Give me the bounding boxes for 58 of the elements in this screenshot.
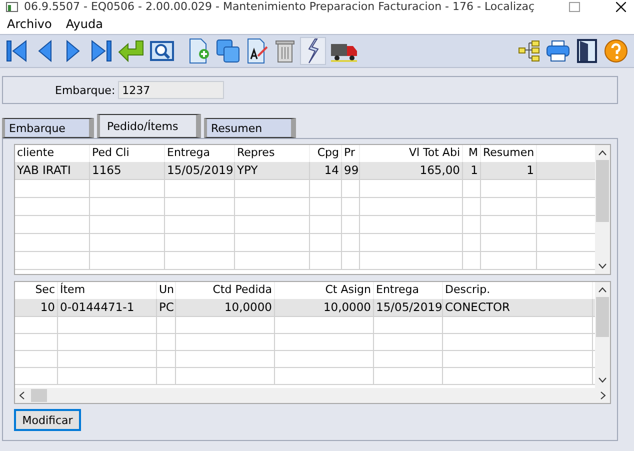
table-cell: 10,0000 — [176, 299, 275, 316]
scroll-up-icon[interactable] — [598, 287, 607, 293]
table-row[interactable]: 10 0-0144471-1 PC 10,0000 10,0000 15/05/2019 CONECTOR — [15, 299, 595, 317]
scroll-left-icon[interactable] — [19, 391, 25, 400]
menu-item[interactable]: Ayuda — [66, 17, 103, 31]
first-icon — [6, 39, 28, 63]
table-cell: 15/05/2019 — [165, 162, 235, 179]
new-document-icon — [188, 38, 210, 64]
copy-icon — [216, 39, 240, 63]
trash-icon — [275, 39, 295, 63]
table-cell: 15/05/2019 — [374, 299, 443, 316]
table-cell: 14 — [310, 162, 342, 179]
table-row[interactable]: YAB IRATI 1165 15/05/2019 YPY 14 99 165,00 1 1 — [15, 162, 595, 180]
window-title: 06.9.5507 - EQ0506 - 2.00.00.029 - Mantenimiento Preparacion Facturacion - 176 - Localizaç — [24, 1, 536, 13]
tab[interactable]: Resumen — [204, 118, 296, 138]
scrollbar[interactable] — [15, 388, 610, 403]
table-cell: YPY — [235, 162, 310, 179]
table-cell: 1 — [463, 162, 481, 179]
lightning-button[interactable] — [300, 37, 326, 65]
scroll-down-icon[interactable] — [598, 377, 607, 383]
copy-button[interactable] — [214, 37, 242, 65]
close-icon[interactable] — [616, 2, 626, 12]
scrollbar[interactable] — [595, 145, 610, 274]
table-cell: 10 — [15, 299, 58, 316]
printer-icon — [546, 40, 570, 62]
maximize-icon[interactable] — [569, 2, 580, 12]
scroll-up-icon[interactable] — [598, 150, 607, 156]
tree-icon — [518, 40, 540, 62]
last-icon — [90, 39, 112, 63]
table-cell: 10,0000 — [275, 299, 374, 316]
menu-item[interactable]: Archivo — [7, 17, 52, 31]
table-cell: PC — [157, 299, 176, 316]
table-cell: CONECTOR — [443, 299, 593, 316]
scrollbar-thumb[interactable] — [31, 389, 47, 402]
scrollbar-thumb[interactable] — [596, 160, 609, 222]
scrollbar-thumb[interactable] — [596, 297, 609, 337]
tab[interactable]: Embarque — [2, 118, 94, 138]
table-cell: 165,00 — [360, 162, 463, 179]
tab[interactable]: Pedido/Ítems — [97, 114, 201, 138]
help-icon — [604, 39, 628, 63]
help-button[interactable] — [602, 37, 630, 65]
scroll-right-icon[interactable] — [600, 391, 606, 400]
next-icon — [65, 39, 81, 63]
table-cell: YAB IRATI — [15, 162, 90, 179]
magnifier-window-icon — [150, 40, 174, 62]
modify-button[interactable]: Modificar — [14, 409, 81, 431]
table-cell: 0-0144471-1 — [58, 299, 157, 316]
table-cell: 1 — [481, 162, 537, 179]
exit-button[interactable] — [574, 37, 600, 65]
scrollbar[interactable] — [595, 282, 610, 388]
previous-icon — [37, 39, 53, 63]
return-arrow-icon — [118, 40, 144, 62]
table-cell: 99 — [342, 162, 360, 179]
scroll-down-icon[interactable] — [598, 263, 607, 269]
door-icon — [577, 39, 597, 63]
embarque-label: Embarque: — [55, 84, 116, 96]
table-cell: 1165 — [90, 162, 165, 179]
document-pen-icon — [246, 38, 268, 64]
